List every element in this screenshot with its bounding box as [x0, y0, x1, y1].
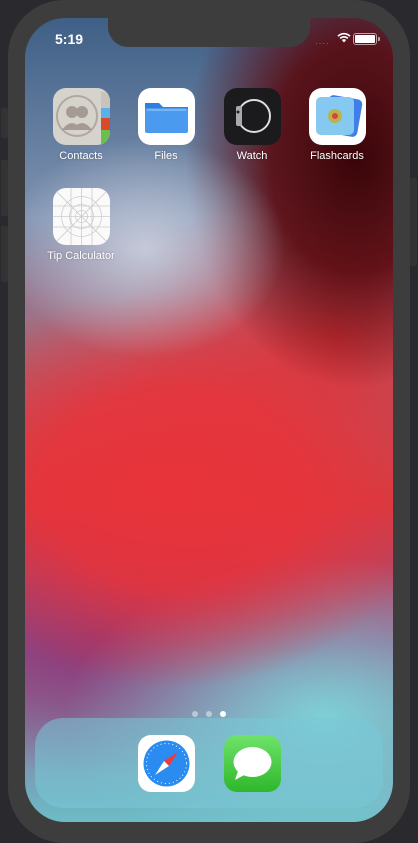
- safari-icon[interactable]: [138, 735, 195, 792]
- app-label: Tip Calculator: [47, 250, 115, 262]
- files-icon: [137, 88, 195, 145]
- cellular-signal-icon: ····: [315, 39, 330, 48]
- home-screen: 5:19 ···· Contacts Files Watch Flashcard…: [25, 18, 393, 822]
- notch: [108, 18, 310, 47]
- app-label: Flashcards: [310, 150, 364, 162]
- app-label: Contacts: [59, 150, 103, 162]
- flashcards-icon: [308, 88, 366, 145]
- side-button[interactable]: [410, 178, 417, 266]
- app-template-icon: [52, 188, 110, 245]
- app-contacts[interactable]: Contacts: [41, 88, 121, 162]
- page-dot-current[interactable]: [220, 711, 226, 717]
- battery-icon: [353, 33, 380, 45]
- app-flashcards[interactable]: Flashcards: [297, 88, 377, 162]
- volume-down-button[interactable]: [1, 226, 8, 282]
- watch-icon: [223, 88, 281, 145]
- page-dot[interactable]: [192, 711, 198, 717]
- page-dot[interactable]: [206, 711, 212, 717]
- volume-up-button[interactable]: [1, 160, 8, 216]
- app-tip-calculator[interactable]: Tip Calculator: [41, 188, 121, 262]
- app-label: Files: [154, 150, 178, 162]
- mute-switch[interactable]: [1, 108, 8, 138]
- app-files[interactable]: Files: [126, 88, 206, 162]
- dock: [35, 718, 383, 808]
- app-label: Watch: [236, 150, 268, 162]
- status-time: 5:19: [55, 31, 84, 47]
- app-watch[interactable]: Watch: [212, 88, 292, 162]
- contacts-icon: [52, 88, 110, 145]
- messages-icon[interactable]: [224, 735, 281, 792]
- wifi-icon: [337, 32, 351, 43]
